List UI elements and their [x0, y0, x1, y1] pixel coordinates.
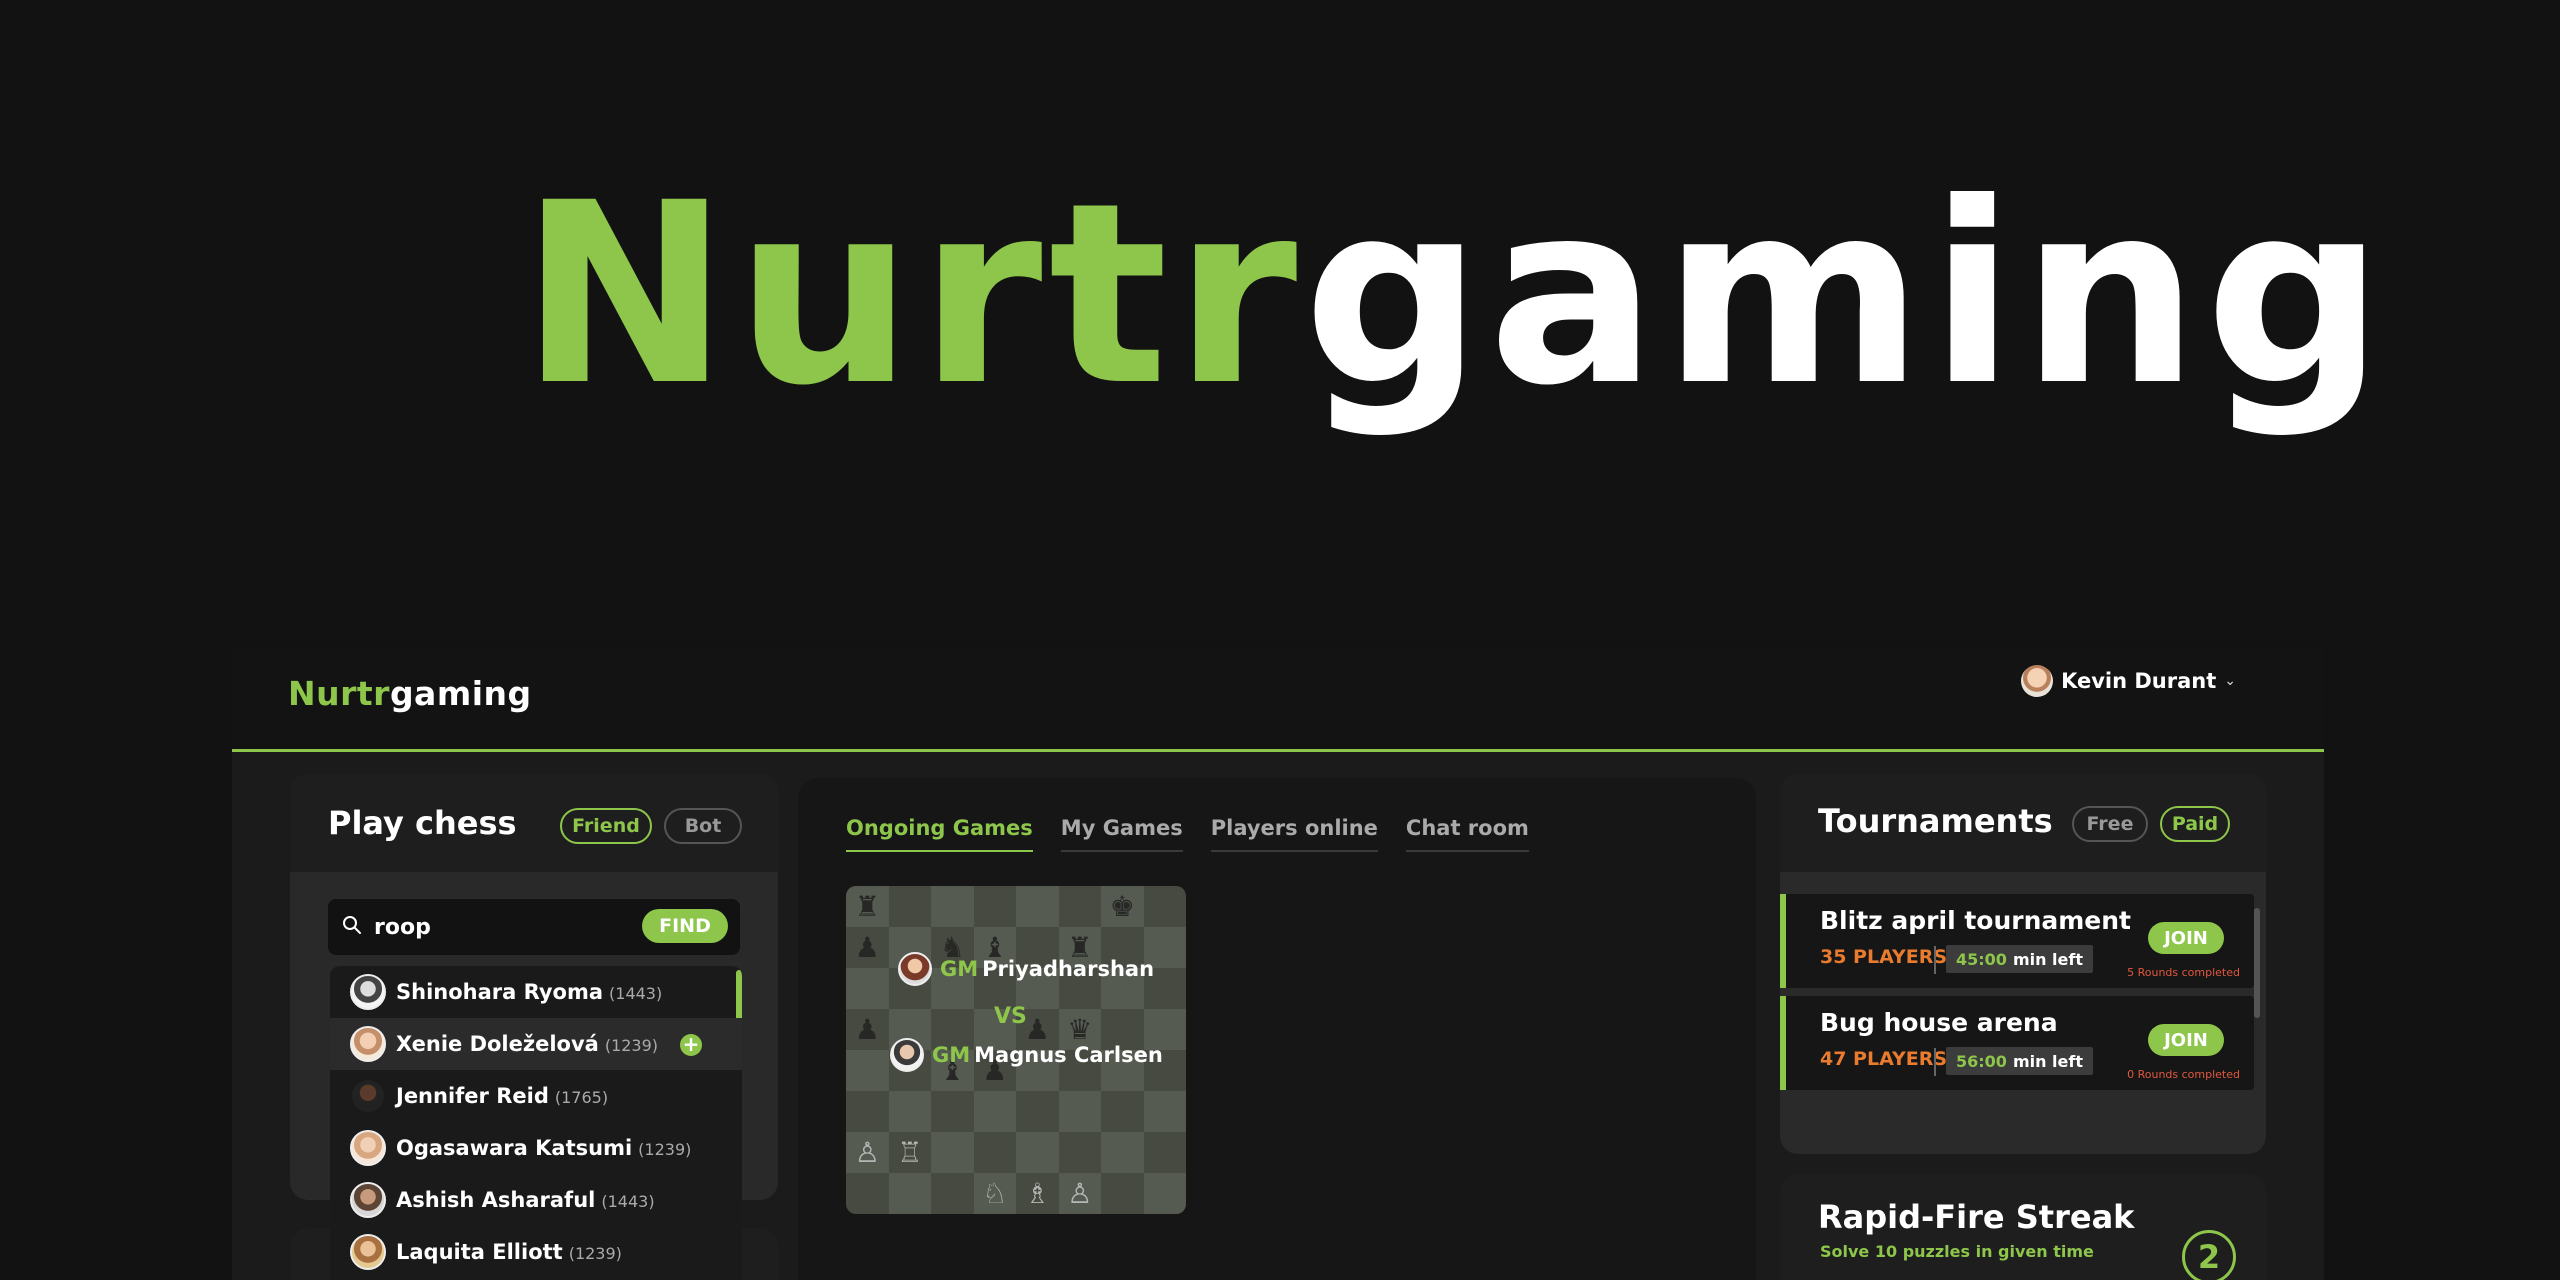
result-name: Jennifer Reid (1765) — [396, 1084, 609, 1108]
list-item[interactable]: Ashish Asharaful (1443) — [330, 1174, 742, 1226]
hero-logo-green: Nurtr — [520, 149, 1304, 440]
tab-my-games[interactable]: My Games — [1060, 816, 1183, 852]
list-item[interactable]: Jennifer Reid (1765) — [330, 1070, 742, 1122]
player1-name: Priyadharshan — [982, 957, 1155, 981]
tournament-time: 56:00 min left — [1946, 1047, 2093, 1075]
tournaments-title: Tournaments — [1818, 802, 2053, 840]
user-menu[interactable]: Kevin Durant ⌄ — [2021, 664, 2236, 698]
avatar — [350, 1130, 386, 1166]
filter-paid[interactable]: Paid — [2160, 806, 2230, 842]
join-button[interactable]: JOIN — [2148, 922, 2224, 954]
match-player-2: GM Magnus Carlsen — [890, 1038, 1163, 1072]
tournaments-header: Tournaments Free Paid — [1780, 774, 2266, 872]
user-name: Kevin Durant — [2061, 669, 2217, 693]
tab-chat-room[interactable]: Chat room — [1405, 816, 1529, 852]
player2-avatar — [890, 1038, 924, 1072]
games-tabs: Ongoing Games My Games Players online Ch… — [846, 816, 1529, 852]
play-chess-header: Play chess Friend Bot — [290, 774, 778, 872]
games-panel: Ongoing Games My Games Players online Ch… — [798, 778, 1756, 1280]
result-name: Ogasawara Katsumi (1239) — [396, 1136, 692, 1160]
find-button[interactable]: FIND — [642, 909, 728, 943]
filter-friend[interactable]: Friend — [560, 808, 652, 844]
player1-avatar — [898, 952, 932, 986]
match-player-1: GM Priyadharshan — [898, 952, 1154, 986]
list-item[interactable]: Laquita Elliott (1239) — [330, 1226, 742, 1278]
list-item[interactable]: Xenie Doleželová (1239) + — [330, 1018, 742, 1070]
search-results-dropdown: Shinohara Ryoma (1443) Xenie Doleželová (1… — [330, 966, 742, 1280]
vs-label: VS — [994, 1004, 1027, 1029]
streak-count: 2 — [2182, 1230, 2236, 1280]
result-name: Shinohara Ryoma (1443) — [396, 980, 663, 1004]
avatar — [350, 1182, 386, 1218]
rapid-fire-title: Rapid-Fire Streak — [1818, 1198, 2135, 1236]
filter-free[interactable]: Free — [2072, 806, 2148, 842]
tournament-name: Bug house arena — [1820, 1008, 2058, 1037]
search-bar: FIND — [328, 899, 740, 955]
player2-name: Magnus Carlsen — [974, 1043, 1163, 1067]
rapid-fire-subtitle: Solve 10 puzzles in given time — [1820, 1242, 2094, 1261]
tournament-players: 47 PLAYERS — [1820, 1048, 1948, 1070]
search-icon — [343, 916, 361, 934]
ongoing-game-card[interactable]: ♜ ♚ ♟ ♞ ♝ ♜ ♟ ♟ ♛ ♝ ♟ ♙ ♖ ♘ ♗ ♙ GM Priyadharshan VS GM Ma… — [846, 886, 1186, 1214]
play-chess-title: Play chess — [328, 804, 517, 842]
tab-ongoing-games[interactable]: Ongoing Games — [846, 816, 1033, 852]
list-item[interactable]: Shinohara Ryoma (1443) — [330, 966, 742, 1018]
rounds-completed: 0 Rounds completed — [2127, 1068, 2240, 1081]
tab-players-online[interactable]: Players online — [1210, 816, 1378, 852]
hero-logo: Nurtrgaming — [520, 170, 2390, 420]
tournaments-panel: Tournaments Free Paid Blitz april tourna… — [1780, 774, 2266, 1154]
search-input[interactable] — [374, 909, 624, 945]
player2-title: GM — [932, 1043, 971, 1067]
list-item[interactable]: Ogasawara Katsumi (1239) — [330, 1122, 742, 1174]
brand-logo[interactable]: Nurtrgaming — [288, 674, 532, 713]
tournament-card[interactable]: Bug house arena 47 PLAYERS 56:00 min left… — [1780, 996, 2254, 1090]
filter-bot[interactable]: Bot — [664, 808, 742, 844]
result-name: Laquita Elliott (1239) — [396, 1240, 622, 1264]
user-avatar — [2021, 665, 2054, 697]
hero-logo-white: gaming — [1303, 149, 2391, 440]
avatar — [350, 974, 386, 1010]
avatar — [350, 1026, 386, 1062]
hero-banner: Nurtrgaming — [0, 0, 2560, 640]
top-bar: Nurtrgaming Kevin Durant ⌄ — [232, 648, 2324, 752]
brand-green: Nurtr — [288, 674, 390, 713]
tournaments-scrollbar[interactable] — [2254, 908, 2260, 1018]
rapid-fire-panel[interactable]: Rapid-Fire Streak Solve 10 puzzles in gi… — [1780, 1174, 2266, 1280]
player1-title: GM — [940, 957, 979, 981]
avatar — [350, 1078, 386, 1114]
brand-white: gaming — [389, 674, 532, 713]
join-button[interactable]: JOIN — [2148, 1024, 2224, 1056]
rounds-completed: 5 Rounds completed — [2127, 966, 2240, 979]
chevron-down-icon[interactable]: ⌄ — [2224, 673, 2236, 689]
plus-icon[interactable]: + — [680, 1034, 702, 1056]
tournament-players: 35 PLAYERS — [1820, 946, 1948, 968]
avatar — [350, 1234, 386, 1270]
result-name: Ashish Asharaful (1443) — [396, 1188, 655, 1212]
result-name: Xenie Doleželová (1239) — [396, 1032, 659, 1056]
tournament-name: Blitz april tournament — [1820, 906, 2132, 935]
tournament-time: 45:00 min left — [1946, 945, 2093, 973]
tournament-card[interactable]: Blitz april tournament 35 PLAYERS 45:00 m… — [1780, 894, 2254, 988]
